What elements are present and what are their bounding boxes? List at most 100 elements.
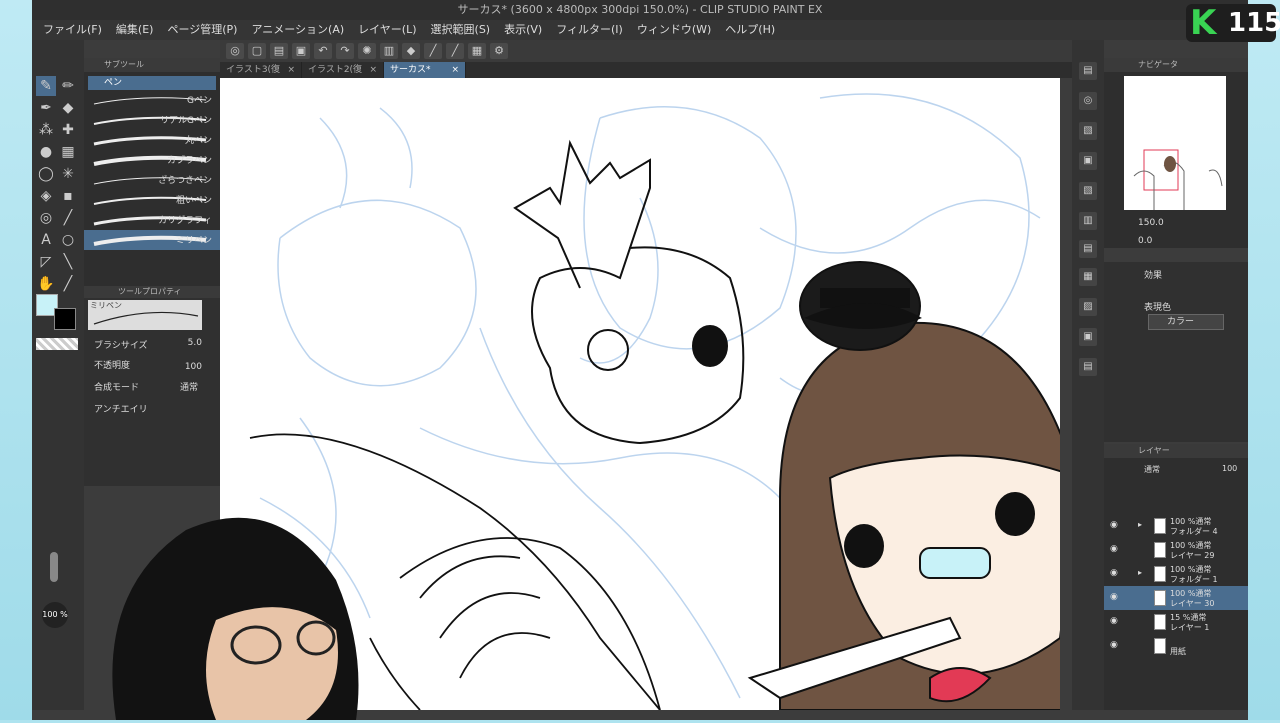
menu-item-0[interactable]: ファイル(F): [36, 20, 109, 40]
panel-icon-4[interactable]: ▣: [1079, 152, 1097, 170]
menu-item-2[interactable]: ページ管理(P): [160, 20, 244, 40]
visibility-eye-icon[interactable]: ◉: [1110, 616, 1118, 626]
navigator-thumbnail[interactable]: [1124, 76, 1226, 210]
menu-item-3[interactable]: アニメーション(A): [244, 20, 351, 40]
brush-item[interactable]: ミリペン: [84, 230, 220, 250]
folder-toggle-icon[interactable]: ▸: [1138, 568, 1142, 577]
brush-name: 粗いペン: [175, 196, 212, 206]
colored-character: [747, 261, 1060, 710]
brush-item[interactable]: 丸ペン: [84, 130, 220, 150]
loading-icon[interactable]: ✺: [358, 43, 376, 59]
menu-item-6[interactable]: 表示(V): [497, 20, 549, 40]
canvas-tab-2[interactable]: サーカス* ×: [384, 62, 466, 78]
menu-item-8[interactable]: ウィンドウ(W): [630, 20, 718, 40]
lasso-tool-icon[interactable]: ◯: [36, 164, 56, 184]
menu-item-9[interactable]: ヘルプ(H): [718, 20, 782, 40]
close-tab-icon[interactable]: ×: [369, 62, 377, 78]
panel-icon-7[interactable]: ▤: [1079, 240, 1097, 258]
airbrush-tool-icon[interactable]: ⁂: [36, 120, 56, 140]
panel-icon-1[interactable]: ▤: [1079, 62, 1097, 80]
fill-tool-icon[interactable]: ●: [36, 142, 56, 162]
layer-opacity[interactable]: 100: [1222, 464, 1237, 473]
layer-row[interactable]: ◉ 用紙: [1104, 634, 1248, 658]
menu-item-4[interactable]: レイヤー(L): [351, 20, 423, 40]
panel-icon-11[interactable]: ▤: [1079, 358, 1097, 376]
eraser-tool-icon[interactable]: ◆: [58, 98, 78, 118]
visibility-eye-icon[interactable]: ◉: [1110, 568, 1118, 578]
snap-special-ruler-icon[interactable]: ╱: [446, 43, 464, 59]
brush-tool-icon[interactable]: ✒: [36, 98, 56, 118]
panel-icon-6[interactable]: ▥: [1079, 212, 1097, 230]
bucket-tool-icon[interactable]: ◈: [36, 186, 56, 206]
line-tool-icon[interactable]: ╱: [58, 208, 78, 228]
visibility-eye-icon[interactable]: ◉: [1110, 640, 1118, 650]
visibility-eye-icon[interactable]: ◉: [1110, 544, 1118, 554]
close-tab-icon[interactable]: ×: [287, 62, 295, 78]
subtool-group-pen[interactable]: ペン: [88, 76, 216, 90]
clear-icon[interactable]: ▥: [380, 43, 398, 59]
transparent-color-swatch[interactable]: [36, 338, 78, 350]
size-slider[interactable]: [50, 552, 58, 582]
layer-row[interactable]: ◉ 15 %通常 レイヤー 1: [1104, 610, 1248, 634]
blend-mode-select[interactable]: 通常: [180, 380, 198, 393]
snap-grid-icon[interactable]: ▦: [468, 43, 486, 59]
open-file-icon[interactable]: ▤: [270, 43, 288, 59]
ruler-tool-icon[interactable]: ╲: [58, 252, 78, 272]
display-color-select[interactable]: カラー: [1148, 314, 1224, 330]
panel-icon-10[interactable]: ▣: [1079, 328, 1097, 346]
panel-icon-3[interactable]: ▧: [1079, 122, 1097, 140]
canvas-tab-1[interactable]: イラスト2(復元)* ×: [302, 62, 384, 91]
new-file-icon[interactable]: ▢: [248, 43, 266, 59]
close-tab-icon[interactable]: ×: [451, 62, 459, 78]
text-tool-icon[interactable]: A: [36, 230, 56, 250]
clip-studio-icon[interactable]: ◎: [226, 43, 244, 59]
eyedropper-tool-icon[interactable]: ╱: [58, 274, 78, 294]
opacity-value[interactable]: 100: [185, 362, 202, 372]
panel-icon-5[interactable]: ▧: [1079, 182, 1097, 200]
menu-item-5[interactable]: 選択範囲(S): [424, 20, 498, 40]
brush-preview: ミリペン: [88, 300, 202, 330]
brush-item[interactable]: カリグラフィ: [84, 210, 220, 230]
balloon-tool-icon[interactable]: ○: [58, 230, 78, 250]
layer-blend-select[interactable]: 通常: [1144, 464, 1160, 475]
frame-tool-icon[interactable]: ◸: [36, 252, 56, 272]
grid-tool-icon[interactable]: ▦: [58, 142, 78, 162]
operation-tool-icon[interactable]: ◎: [36, 208, 56, 228]
visibility-eye-icon[interactable]: ◉: [1110, 592, 1118, 602]
magic-wand-icon[interactable]: ✳: [58, 164, 78, 184]
folder-toggle-icon[interactable]: ▸: [1138, 520, 1142, 529]
pen-tool-icon[interactable]: ✎: [36, 76, 56, 96]
gradient-tool-icon[interactable]: ▪: [58, 186, 78, 206]
save-icon[interactable]: ▣: [292, 43, 310, 59]
layer-row[interactable]: ◉ ▸ 100 %通常 フォルダー 4: [1104, 514, 1248, 538]
layer-row[interactable]: ◉ 100 %通常 レイヤー 29: [1104, 538, 1248, 562]
snap-ruler-icon[interactable]: ╱: [424, 43, 442, 59]
undo-icon[interactable]: ↶: [314, 43, 332, 59]
fill-icon[interactable]: ◆: [402, 43, 420, 59]
layer-thumbnail: [1154, 614, 1166, 630]
layer-row[interactable]: ◉ 100 %通常 レイヤー 30: [1104, 586, 1248, 610]
menu-item-1[interactable]: 編集(E): [109, 20, 161, 40]
brush-item[interactable]: リアルGペン: [84, 110, 220, 130]
sub-color-swatch[interactable]: [54, 308, 76, 330]
tool-property-panel: ツールプロパティ ミリペン ブラシサイズ 5.0 不透明度 100 合成モード …: [84, 286, 220, 486]
brush-item[interactable]: 粗いペン: [84, 190, 220, 210]
brush-item[interactable]: Gペン: [84, 90, 220, 110]
brush-size-value[interactable]: 5.0: [188, 338, 202, 348]
navigator-angle[interactable]: 0.0: [1138, 236, 1152, 246]
canvas-tab-0[interactable]: イラスト3(復元)* ×: [220, 62, 302, 91]
panel-icon-2[interactable]: ◎: [1079, 92, 1097, 110]
visibility-eye-icon[interactable]: ◉: [1110, 520, 1118, 530]
pencil-tool-icon[interactable]: ✏: [58, 76, 78, 96]
hand-tool-icon[interactable]: ✋: [36, 274, 56, 294]
move-tool-icon[interactable]: ✚: [58, 120, 78, 140]
redo-icon[interactable]: ↷: [336, 43, 354, 59]
navigator-zoom[interactable]: 150.0: [1138, 218, 1164, 228]
panel-icon-8[interactable]: ▦: [1079, 268, 1097, 286]
settings-icon[interactable]: ⚙: [490, 43, 508, 59]
menu-item-7[interactable]: フィルター(I): [549, 20, 630, 40]
panel-icon-9[interactable]: ▨: [1079, 298, 1097, 316]
brush-item[interactable]: カブラペン: [84, 150, 220, 170]
layer-row[interactable]: ◉ ▸ 100 %通常 フォルダー 1: [1104, 562, 1248, 586]
brush-item[interactable]: ざらつきペン: [84, 170, 220, 190]
